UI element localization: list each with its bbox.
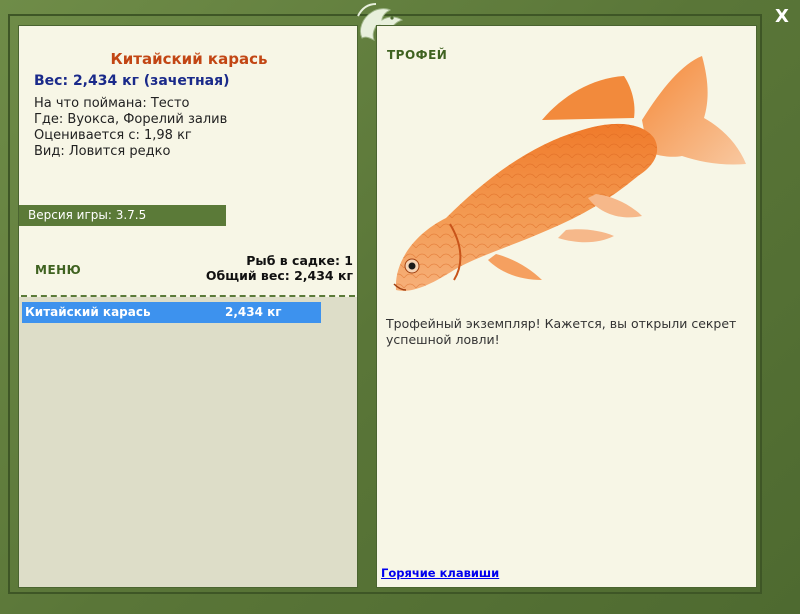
- rated-from-text: Оценивается с: 1,98 кг: [34, 128, 192, 143]
- caught-on-text: На что поймана: Тесто: [34, 96, 190, 111]
- game-version-bar: Версия игры: 3.7.5: [19, 205, 226, 226]
- fish-title: Китайский карась: [110, 50, 268, 68]
- list-item-name: Китайский карась: [25, 305, 151, 319]
- divider: [21, 295, 355, 297]
- menu-button[interactable]: МЕНЮ: [35, 263, 81, 277]
- fish-info: На что поймана: Тесто Где: Вуокса, Форел…: [34, 96, 227, 160]
- cage-total-weight: Общий вес: 2,434 кг: [205, 268, 353, 283]
- list-item[interactable]: Китайский карась 2,434 кг: [22, 302, 321, 323]
- fish-image: [393, 56, 746, 291]
- fish-weight: Вес: 2,434 кг (зачетная): [34, 73, 230, 89]
- close-icon[interactable]: X: [770, 6, 794, 28]
- fish-info-panel: Китайский карась Вес: 2,434 кг (зачетная…: [18, 25, 358, 588]
- list-item-weight: 2,434 кг: [225, 305, 282, 319]
- cage-summary: Рыб в садке: 1 Общий вес: 2,434 кг: [206, 253, 353, 283]
- kind-text: Вид: Ловится редко: [34, 144, 171, 159]
- trophy-text: Трофейный экземпляр! Кажется, вы открыли…: [386, 316, 737, 347]
- fish-details-area: Китайский карась Вес: 2,434 кг (зачетная…: [19, 26, 357, 297]
- location-text: Где: Вуокса, Форелий залив: [34, 112, 228, 127]
- cage-count: Рыб в садке: 1: [246, 253, 353, 268]
- hotkeys-link[interactable]: Горячие клавиши: [381, 566, 499, 580]
